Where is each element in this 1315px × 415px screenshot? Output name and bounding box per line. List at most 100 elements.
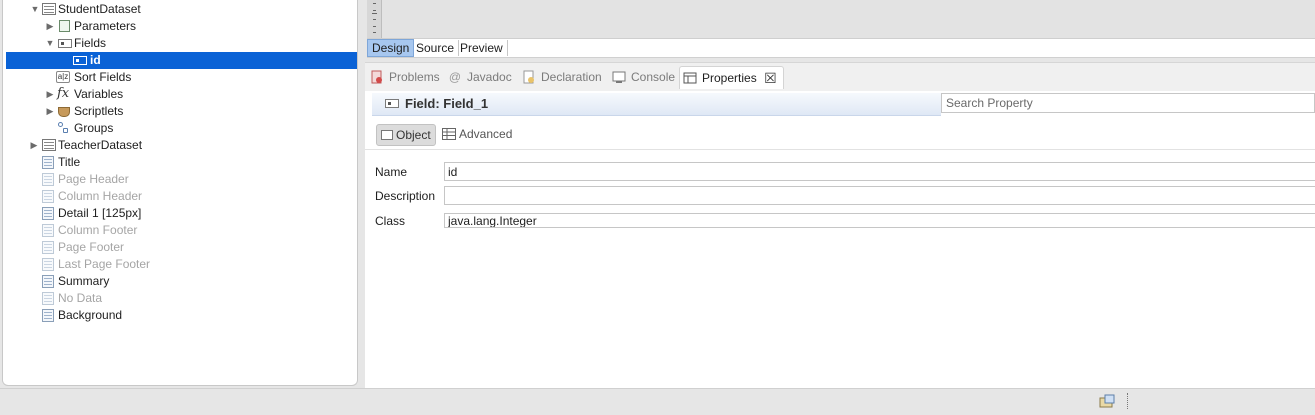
dataset-icon xyxy=(42,3,56,15)
field-icon xyxy=(381,130,393,140)
tab-label: Object xyxy=(396,128,431,142)
view-tab-bar: Problems @ Javadoc Declaration Console P… xyxy=(365,63,1315,91)
field-icon xyxy=(385,99,399,108)
band-icon xyxy=(42,156,54,169)
tree-item-page-header[interactable]: Page Header xyxy=(3,171,357,188)
band-icon xyxy=(42,309,54,322)
chevron-right-icon[interactable]: ▶ xyxy=(45,18,55,35)
declaration-icon xyxy=(523,70,534,84)
name-field[interactable] xyxy=(444,162,1315,181)
band-icon xyxy=(42,292,54,305)
tree-item-label: Detail 1 [125px] xyxy=(58,206,142,220)
band-icon xyxy=(42,241,54,254)
tree-item-parameters[interactable]: ▶ Parameters xyxy=(3,18,357,35)
vertical-ruler xyxy=(367,0,382,38)
tab-declaration[interactable]: Declaration xyxy=(519,66,602,88)
search-property-input[interactable] xyxy=(941,93,1315,113)
tab-source[interactable]: Source xyxy=(412,40,460,56)
table-icon xyxy=(442,128,456,140)
class-field[interactable] xyxy=(444,213,1315,228)
tree-item-label: Fields xyxy=(74,36,107,50)
band-icon xyxy=(42,173,54,186)
class-label: Class xyxy=(375,214,406,228)
tab-advanced[interactable]: Advanced xyxy=(440,124,516,144)
chevron-down-icon[interactable]: ▼ xyxy=(30,1,40,18)
report-designer-canvas[interactable] xyxy=(367,0,1315,39)
tree-item-field-id[interactable]: id xyxy=(6,52,357,69)
chevron-right-icon[interactable]: ▶ xyxy=(45,86,55,103)
page-title: Field: Field_1 xyxy=(405,96,489,111)
tree-item-sort-fields[interactable]: a|z Sort Fields xyxy=(3,69,357,86)
tree-item-groups[interactable]: Groups xyxy=(3,120,357,137)
editor-tab-bar: Design Source Preview xyxy=(367,39,1315,58)
name-label: Name xyxy=(375,165,408,179)
tab-label: Properties xyxy=(702,71,757,85)
tree-item-label: No Data xyxy=(58,291,103,305)
tree-item-label: Sort Fields xyxy=(74,70,132,84)
tree-item-variables[interactable]: ▶ fx Variables xyxy=(3,86,357,103)
dataset-icon xyxy=(42,139,56,151)
tree-item-label: Parameters xyxy=(74,19,137,33)
tree-item-scriptlets[interactable]: ▶ Scriptlets xyxy=(3,103,357,120)
band-icon xyxy=(42,207,54,220)
tree-item-label: Title xyxy=(58,155,81,169)
band-icon xyxy=(42,224,54,237)
tree-item-studentdataset[interactable]: ▼ StudentDataset xyxy=(3,1,357,18)
tree-item-label: Page Header xyxy=(58,172,129,186)
tree-item-detail-1[interactable]: Detail 1 [125px] xyxy=(3,205,357,222)
band-icon xyxy=(42,190,54,203)
tree-item-label: Scriptlets xyxy=(74,104,124,118)
tree-item-label: Variables xyxy=(74,87,124,101)
description-label: Description xyxy=(375,189,436,203)
outline-tree: ▼ StudentDataset ▶ Parameters ▼ Fields i… xyxy=(2,0,358,386)
console-icon xyxy=(612,71,626,83)
chevron-right-icon[interactable]: ▶ xyxy=(29,137,39,154)
tree-item-label: Column Footer xyxy=(58,223,138,237)
tree-item-label: Column Header xyxy=(58,189,143,203)
tab-console[interactable]: Console xyxy=(609,66,675,88)
tree-item-title[interactable]: Title xyxy=(3,154,357,171)
tree-item-summary[interactable]: Summary xyxy=(3,273,357,290)
tab-javadoc[interactable]: @ Javadoc xyxy=(445,66,512,88)
chevron-right-icon[interactable]: ▶ xyxy=(45,103,55,120)
drag-handle[interactable] xyxy=(1127,393,1130,409)
tab-design[interactable]: Design xyxy=(367,39,415,57)
chevron-down-icon[interactable]: ▼ xyxy=(45,35,55,52)
field-icon xyxy=(73,56,87,65)
bottom-views-panel: Problems @ Javadoc Declaration Console P… xyxy=(365,62,1315,389)
status-bar xyxy=(0,388,1315,415)
tree-item-label: Summary xyxy=(58,274,110,288)
tab-properties[interactable]: Properties ☒ xyxy=(679,66,784,89)
close-icon[interactable]: ☒ xyxy=(764,67,777,89)
problems-icon xyxy=(371,70,382,84)
fx-icon: fx xyxy=(57,86,70,101)
tab-label: Declaration xyxy=(541,70,602,84)
groups-icon xyxy=(56,121,70,133)
tree-item-no-data[interactable]: No Data xyxy=(3,290,357,307)
tree-item-label: Background xyxy=(58,308,123,322)
divider xyxy=(365,149,1315,150)
tab-label: Advanced xyxy=(459,127,513,141)
tree-item-page-footer[interactable]: Page Footer xyxy=(3,239,357,256)
tree-item-column-footer[interactable]: Column Footer xyxy=(3,222,357,239)
tree-item-fields[interactable]: ▼ Fields xyxy=(3,35,357,52)
tree-item-label: Groups xyxy=(74,121,114,135)
properties-header: Field: Field_1 xyxy=(372,93,941,116)
tree-item-label: Page Footer xyxy=(58,240,125,254)
tree-item-background[interactable]: Background xyxy=(3,307,357,324)
tree-item-last-page-footer[interactable]: Last Page Footer xyxy=(3,256,357,273)
tab-label: Javadoc xyxy=(467,70,512,84)
tab-problems[interactable]: Problems xyxy=(367,66,440,88)
band-icon xyxy=(42,275,54,288)
tab-preview[interactable]: Preview xyxy=(456,40,508,56)
tab-object[interactable]: Object xyxy=(376,124,436,146)
band-icon xyxy=(42,258,54,271)
fields-icon xyxy=(58,39,72,48)
at-icon: @ xyxy=(448,70,462,84)
tree-item-label: id xyxy=(90,53,101,67)
tree-item-teacherdataset[interactable]: ▶ TeacherDataset xyxy=(3,137,357,154)
tree-item-column-header[interactable]: Column Header xyxy=(3,188,357,205)
description-field[interactable] xyxy=(444,186,1315,205)
status-icon[interactable] xyxy=(1099,394,1115,408)
sort-fields-icon: a|z xyxy=(56,71,70,83)
